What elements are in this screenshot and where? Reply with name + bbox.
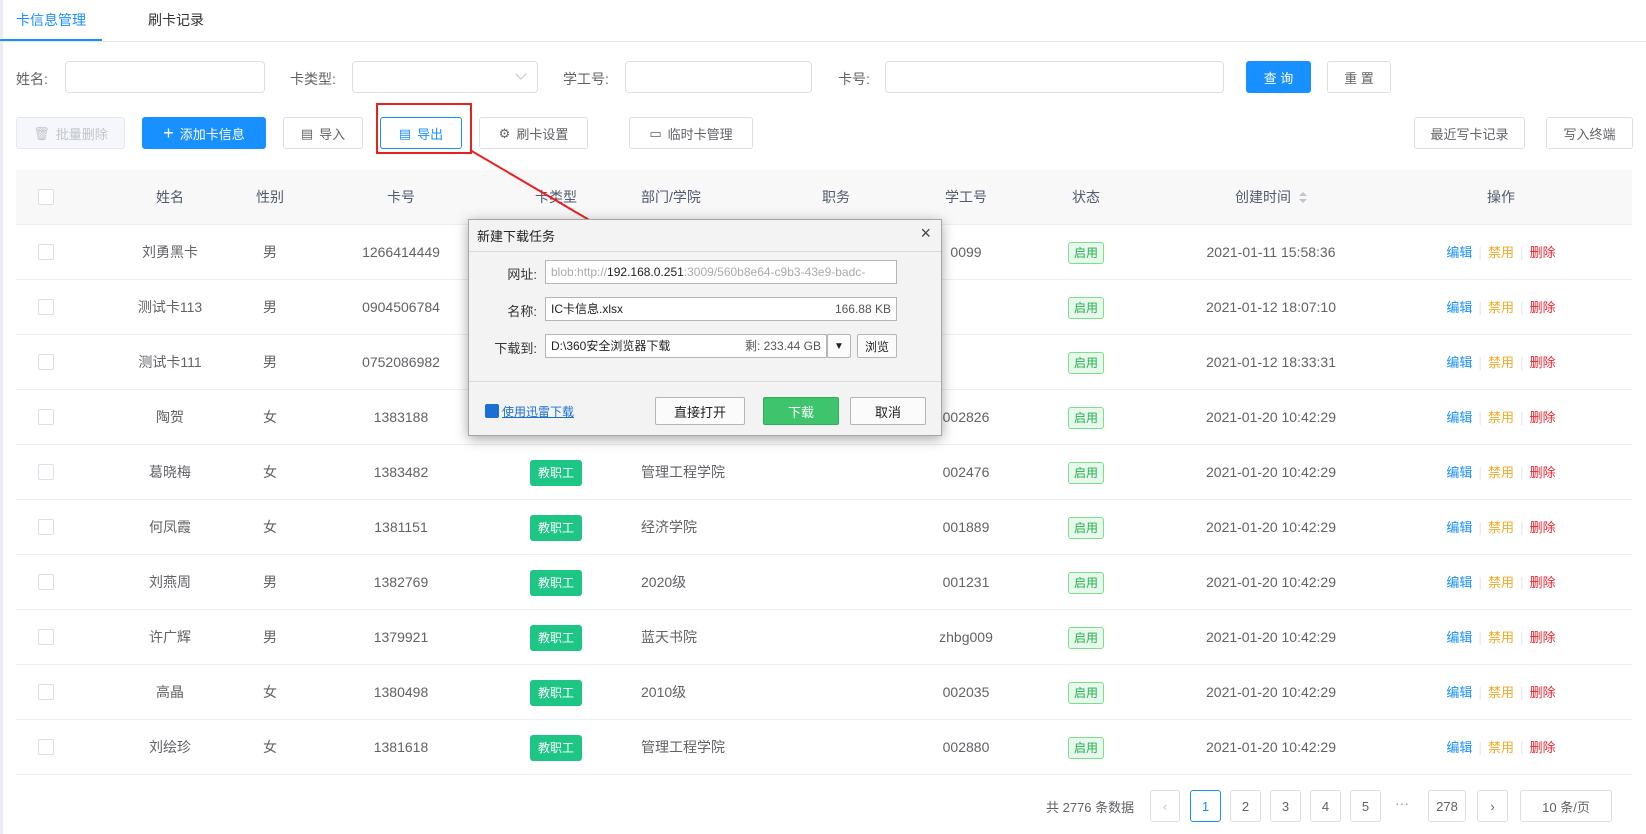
download-button[interactable]: 下载 — [763, 397, 839, 425]
file-size: 166.88 KB — [834, 302, 891, 316]
cancel-button[interactable]: 取消 — [850, 397, 926, 425]
download-dialog: 新建下载任务 × 网址: blob:http://192.168.0.251:3… — [468, 219, 942, 436]
save-to-label: 下载到: — [494, 341, 537, 356]
file-name-value: IC卡信息.xlsx — [551, 302, 624, 316]
xunlei-download-link[interactable]: 使用迅雷下载 — [485, 403, 574, 420]
save-path-dropdown[interactable]: ▼ — [827, 334, 851, 358]
xunlei-label: 使用迅雷下载 — [502, 405, 575, 419]
file-name-label: 名称: — [507, 304, 537, 319]
url-rest: :3009/560b8e64-c9b3-43e9-badc- — [683, 265, 866, 279]
caret-down-icon: ▼ — [834, 340, 844, 352]
save-path-field[interactable]: D:\360安全浏览器下载 剩: 233.44 GB — [545, 334, 827, 358]
url-label: 网址: — [507, 267, 537, 282]
dialog-divider — [469, 251, 941, 252]
dialog-footer-divider — [469, 381, 941, 382]
free-space: 剩: 233.44 GB — [744, 339, 821, 353]
open-direct-button[interactable]: 直接打开 — [655, 397, 745, 425]
browse-button[interactable]: 浏览 — [857, 334, 897, 358]
dialog-title: 新建下载任务 — [477, 229, 556, 244]
url-host: 192.168.0.251 — [607, 265, 684, 279]
file-name-field[interactable]: IC卡信息.xlsx 166.88 KB — [545, 297, 897, 321]
save-path-value: D:\360安全浏览器下载 — [551, 339, 671, 353]
close-icon[interactable]: × — [920, 223, 931, 244]
url-prefix: blob:http:// — [551, 265, 608, 279]
url-field[interactable]: blob:http://192.168.0.251:3009/560b8e64-… — [545, 260, 897, 284]
xunlei-icon — [485, 404, 499, 418]
